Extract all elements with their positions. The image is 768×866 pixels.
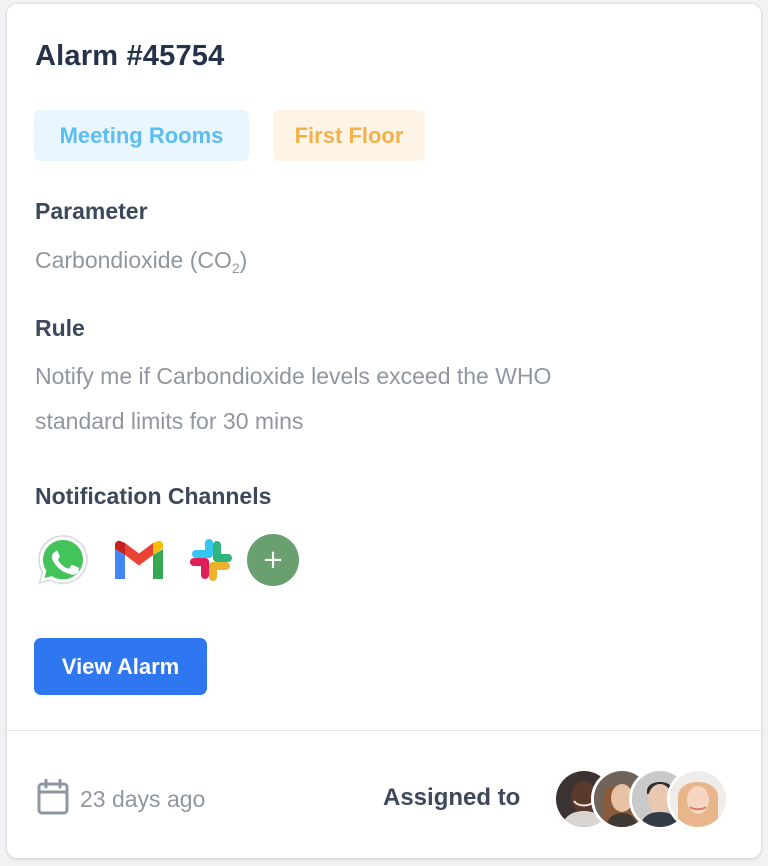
card-footer: 23 days ago Assigned to [7,731,761,858]
time-ago: 23 days ago [80,786,206,812]
gmail-icon[interactable] [111,532,167,588]
tag-first-floor: First Floor [273,110,425,161]
add-symbol: + [262,545,284,575]
rule-line-1: Notify me if Carbondioxide levels exceed… [35,363,552,389]
rule-line-2: standard limits for 30 mins [35,408,304,434]
alarm-card-body: Alarm #45754 Meeting Rooms First Floor P… [7,4,761,730]
avatar[interactable] [667,768,729,830]
whatsapp-icon[interactable] [35,532,91,588]
parameter-value: Carbondioxide (CO2) [35,238,247,282]
slack-icon[interactable] [183,532,239,588]
parameter-value-subscript: 2 [231,260,240,276]
assigned-to-label: Assigned to [383,784,521,811]
add-channel-button[interactable]: + [245,532,301,588]
alarm-title: Alarm #45754 [35,40,225,72]
alarm-card: Alarm #45754 Meeting Rooms First Floor P… [7,4,761,858]
parameter-value-text: Carbondioxide (CO [35,247,232,273]
notification-channels-label: Notification Channels [35,483,272,509]
parameter-value-close: ) [239,247,248,273]
parameter-label: Parameter [35,198,148,224]
rule-label: Rule [35,315,85,341]
calendar-icon [37,778,69,820]
add-icon: + [247,534,299,586]
assignee-avatars[interactable] [553,768,743,832]
tag-meeting-rooms: Meeting Rooms [34,110,249,161]
notification-channels-list: + [35,532,335,590]
view-alarm-button[interactable]: View Alarm [34,638,207,695]
